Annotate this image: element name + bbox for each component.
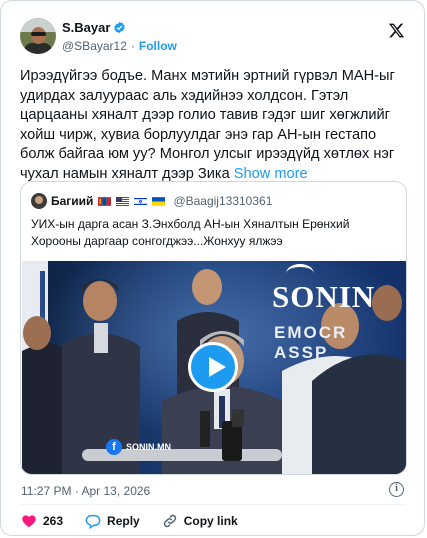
divider xyxy=(20,504,405,505)
handle-row: @SBayar12 · Follow xyxy=(62,39,177,53)
video-watermark: f SONIN.MN xyxy=(106,439,171,455)
tweet-time: 11:27 PM xyxy=(21,484,72,498)
reply-button[interactable]: Reply xyxy=(85,513,140,529)
author-name-row[interactable]: S.Bayar xyxy=(62,20,126,35)
tweet-body: Ирээдүйгээ бодъе. Манх мэтийн эртний гүр… xyxy=(20,68,395,182)
meta-separator: · xyxy=(74,484,79,498)
verified-badge-icon xyxy=(114,21,126,34)
quoted-author-handle[interactable]: @Baagij13310361 xyxy=(173,194,272,208)
facebook-icon: f xyxy=(106,439,122,455)
quoted-author-name[interactable]: Багиий xyxy=(51,194,93,208)
like-button[interactable]: 263 xyxy=(21,513,63,529)
tweet-timestamp[interactable]: 11:27 PM · Apr 13, 2026 xyxy=(21,484,150,498)
info-icon[interactable]: i xyxy=(389,482,404,497)
backdrop-banner-text: EMOCR ASSP xyxy=(274,323,348,362)
tweet-card: S.Bayar @SBayar12 · Follow Ирээдүйгээ бо… xyxy=(0,0,425,536)
play-icon[interactable] xyxy=(188,342,238,392)
quoted-tweet[interactable]: Багиий @Baagij13310361 УИХ-ын дарга асан… xyxy=(20,181,407,475)
link-icon xyxy=(163,514,176,528)
copy-link-button[interactable]: Copy link xyxy=(162,513,238,529)
sonin-backdrop-logo: SONIN xyxy=(272,279,376,314)
usa-flag-icon xyxy=(116,196,130,206)
quoted-tweet-header: Багиий @Baagij13310361 xyxy=(31,192,272,210)
reply-icon xyxy=(85,514,101,529)
copy-link-label: Copy link xyxy=(183,514,238,528)
follow-button[interactable]: Follow xyxy=(139,39,177,53)
like-count: 263 xyxy=(43,514,64,528)
reply-label: Reply xyxy=(107,514,140,528)
heart-icon xyxy=(22,515,36,528)
tweet-date: Apr 13, 2026 xyxy=(81,484,151,498)
quoted-tweet-text: УИХ-ын дарга асан З.Энхболд АН-ын Хяналт… xyxy=(31,217,350,248)
israel-flag-icon xyxy=(134,196,148,206)
quoted-avatar[interactable] xyxy=(31,193,47,209)
show-more-link[interactable]: Show more xyxy=(234,166,308,182)
tweet-header: S.Bayar @SBayar12 · Follow xyxy=(20,18,407,58)
separator: · xyxy=(130,39,135,53)
x-logo-icon[interactable] xyxy=(388,22,405,39)
author-handle[interactable]: @SBayar12 xyxy=(62,39,127,53)
action-bar: 263 Reply Copy link xyxy=(21,513,260,529)
avatar[interactable] xyxy=(20,18,56,54)
tweet-text: Ирээдүйгээ бодъе. Манх мэтийн эртний гүр… xyxy=(20,67,400,185)
author-name[interactable]: S.Bayar xyxy=(62,20,110,35)
video-thumbnail[interactable]: SONIN EMOCR ASSP f SONIN.MN xyxy=(22,261,406,474)
watermark-text: SONIN.MN xyxy=(126,442,171,452)
mongolia-flag-icon xyxy=(98,196,112,206)
ukraine-flag-icon xyxy=(152,196,166,206)
